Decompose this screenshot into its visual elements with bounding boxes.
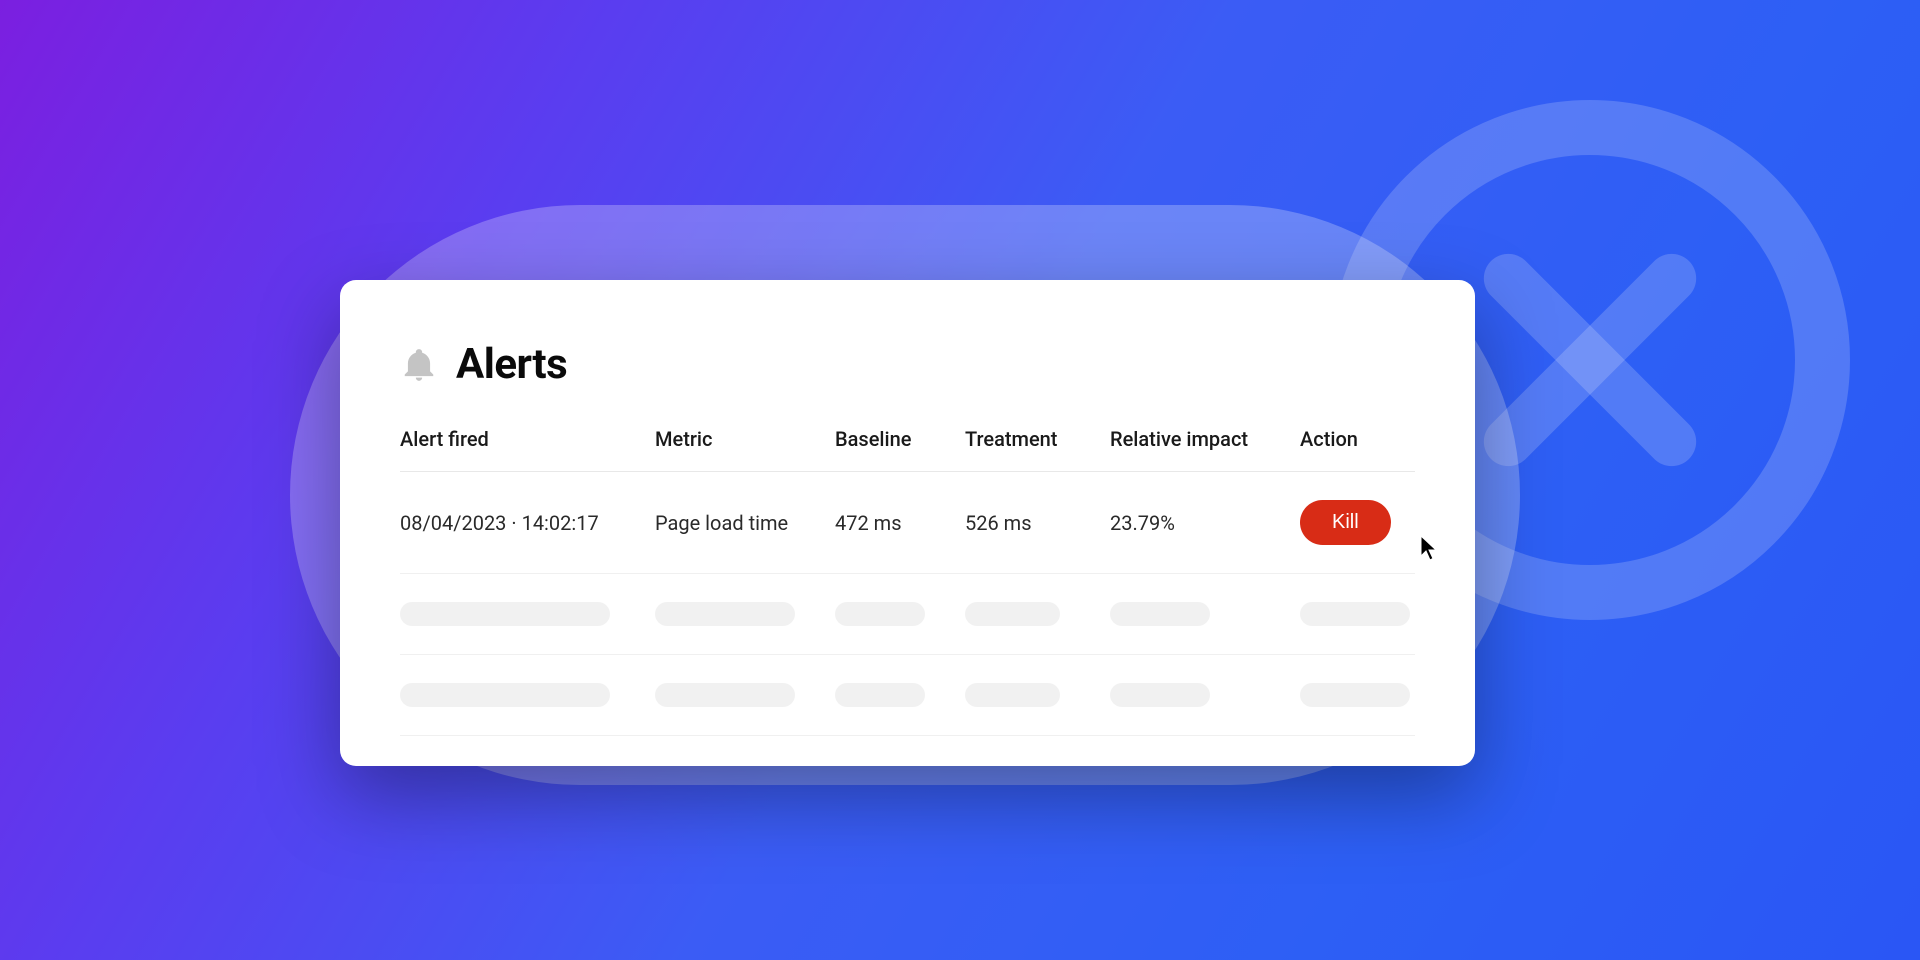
skeleton-placeholder <box>400 683 610 707</box>
cell-action: Kill <box>1300 500 1425 545</box>
col-header-action: Action <box>1300 427 1425 451</box>
skeleton-row <box>400 574 1415 655</box>
col-header-relative-impact: Relative impact <box>1110 427 1300 451</box>
alerts-table: Alert fired Metric Baseline Treatment Re… <box>400 427 1415 736</box>
cell-baseline: 472 ms <box>835 511 965 535</box>
panel-title: Alerts <box>456 340 567 389</box>
skeleton-placeholder <box>965 602 1060 626</box>
skeleton-placeholder <box>655 602 795 626</box>
skeleton-placeholder <box>965 683 1060 707</box>
cell-alert-fired: 08/04/2023 · 14:02:17 <box>400 511 655 535</box>
table-row: 08/04/2023 · 14:02:17 Page load time 472… <box>400 472 1415 574</box>
skeleton-placeholder <box>835 602 925 626</box>
col-header-treatment: Treatment <box>965 427 1110 451</box>
table-header-row: Alert fired Metric Baseline Treatment Re… <box>400 427 1415 472</box>
skeleton-placeholder <box>1110 683 1210 707</box>
skeleton-placeholder <box>835 683 925 707</box>
skeleton-placeholder <box>1300 683 1410 707</box>
cell-treatment: 526 ms <box>965 511 1110 535</box>
col-header-baseline: Baseline <box>835 427 965 451</box>
col-header-metric: Metric <box>655 427 835 451</box>
skeleton-placeholder <box>400 602 610 626</box>
skeleton-row <box>400 655 1415 736</box>
panel-header: Alerts <box>400 340 1415 389</box>
skeleton-placeholder <box>1110 602 1210 626</box>
cursor-icon <box>1418 534 1440 562</box>
skeleton-placeholder <box>1300 602 1410 626</box>
skeleton-placeholder <box>655 683 795 707</box>
cell-metric: Page load time <box>655 511 835 535</box>
alerts-panel: Alerts Alert fired Metric Baseline Treat… <box>340 280 1475 766</box>
cell-relative-impact: 23.79% <box>1110 511 1300 535</box>
kill-button[interactable]: Kill <box>1300 500 1391 545</box>
col-header-alert-fired: Alert fired <box>400 427 655 451</box>
x-icon <box>1450 220 1730 500</box>
bell-icon <box>400 346 438 384</box>
